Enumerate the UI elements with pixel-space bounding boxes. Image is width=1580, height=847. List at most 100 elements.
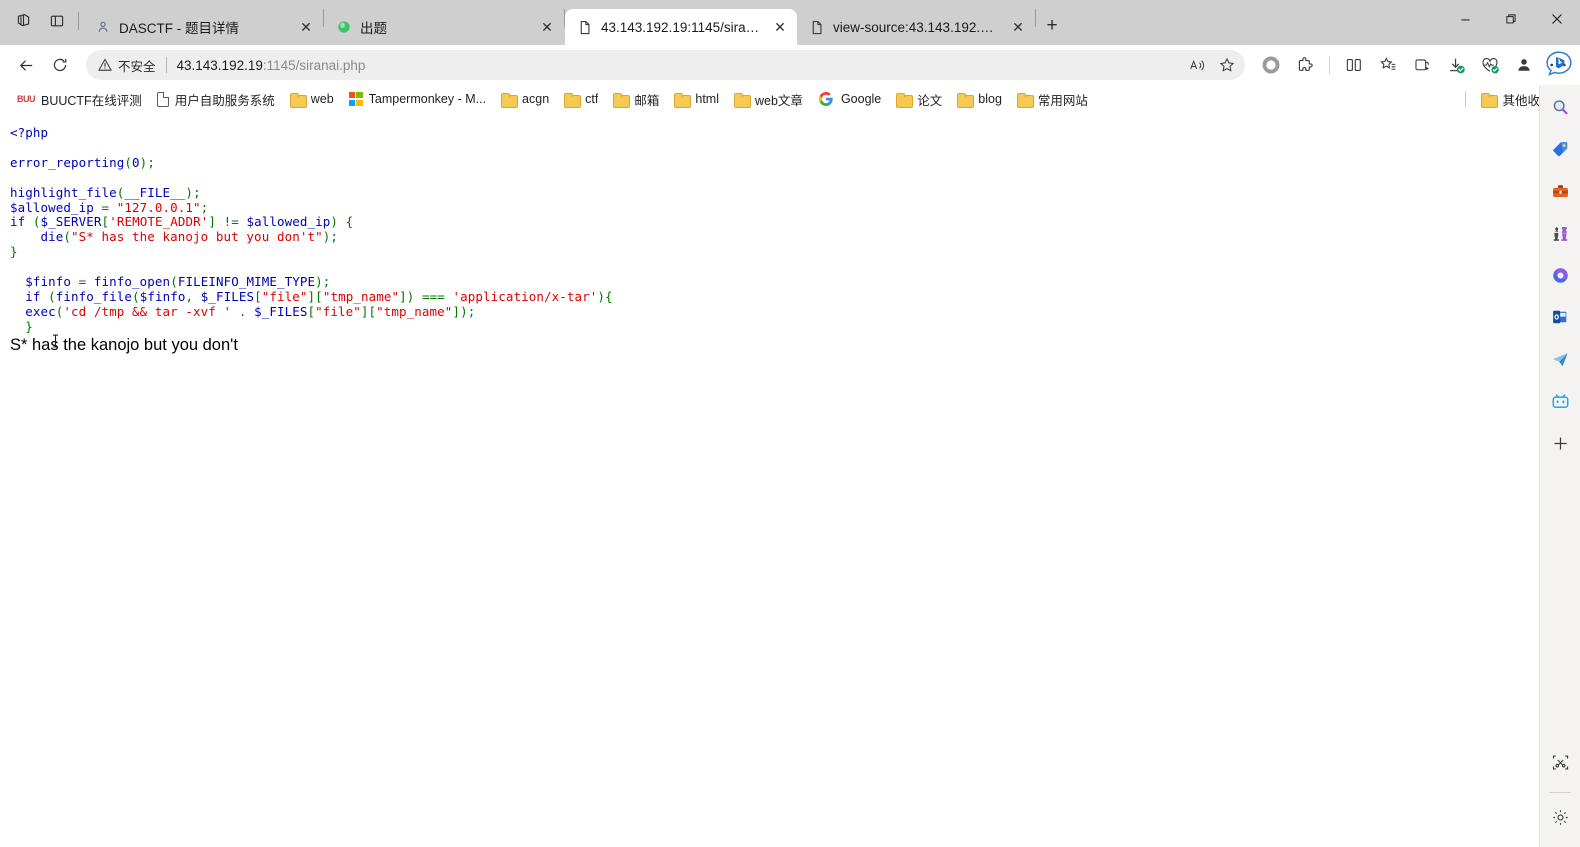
code-token: "S* has the kanojo but you don't": [71, 229, 323, 245]
omnibox-divider: [165, 57, 167, 73]
star-icon[interactable]: [1213, 52, 1241, 78]
tab-title: DASCTF - 题目详情: [119, 21, 239, 36]
tabstrip-divider: [78, 11, 79, 30]
page-viewport: <?php error_reporting(0); highlight_file…: [0, 113, 1539, 847]
bookmark-item[interactable]: acgn: [494, 89, 556, 109]
collections-button[interactable]: [1372, 49, 1404, 81]
tab-strip: DASCTF - 题目详情 ✕ 出题 ✕ 43.143.192.19:1145/…: [0, 0, 1580, 45]
bookmark-item[interactable]: blog: [950, 89, 1009, 109]
copilot-button[interactable]: [1255, 49, 1287, 81]
bookmark-label: 常用网站: [1037, 93, 1088, 108]
bookmark-label: web文章: [755, 93, 803, 108]
bookmark-item[interactable]: html: [667, 89, 726, 109]
minimize-button[interactable]: [1442, 0, 1488, 38]
bookmark-item[interactable]: ctf: [557, 89, 605, 109]
sidebar-outlook[interactable]: [1544, 301, 1576, 333]
bing-copilot-icon[interactable]: [1542, 47, 1576, 81]
browser-tab[interactable]: 出题 ✕: [324, 9, 564, 45]
code-token: ;: [322, 274, 331, 290]
sidebar-settings[interactable]: [1544, 801, 1576, 833]
tab-title: 43.143.192.19:1145/siranai.php: [601, 19, 761, 35]
code-token: <?php: [10, 125, 49, 140]
bookmark-item[interactable]: web: [283, 89, 341, 109]
sidebar-tools[interactable]: [1544, 175, 1576, 207]
bookmark-label: acgn: [522, 92, 550, 106]
sidebar-telegram[interactable]: [1544, 343, 1576, 375]
code-token: ) {: [330, 214, 354, 230]
code-token: ;: [200, 199, 209, 215]
performance-button[interactable]: [1474, 49, 1506, 81]
workspaces-icon[interactable]: [6, 5, 40, 37]
bookmark-label: Tampermonkey - M...: [368, 92, 487, 106]
code-token: [: [254, 288, 262, 304]
code-token: (: [63, 229, 72, 245]
code-token: ;: [147, 154, 155, 170]
code-token: ]: [399, 288, 407, 304]
split-screen-button[interactable]: [1338, 49, 1370, 81]
downloads-button[interactable]: [1440, 49, 1472, 81]
bookmark-item[interactable]: 邮箱: [606, 87, 666, 112]
folder-icon: [564, 92, 582, 108]
code-token: (: [132, 288, 140, 304]
bookmark-label: html: [695, 92, 719, 106]
sidebar-add[interactable]: [1544, 427, 1576, 459]
bookmark-item[interactable]: 常用网站: [1010, 87, 1095, 112]
tab-close-button[interactable]: ✕: [769, 16, 791, 38]
tab-close-button[interactable]: ✕: [1007, 16, 1029, 38]
tab-close-button[interactable]: ✕: [536, 16, 558, 38]
code-token: if: [10, 214, 26, 230]
extensions-button[interactable]: [1289, 49, 1321, 81]
bookmark-item[interactable]: 论文: [889, 87, 949, 112]
bookmark-label: web: [310, 92, 334, 106]
code-token: finfo_open: [93, 274, 171, 290]
back-button[interactable]: [10, 49, 42, 81]
sidebar-shopping[interactable]: [1544, 133, 1576, 165]
sidebar-games[interactable]: [1544, 217, 1576, 249]
code-token: "tmp_name": [376, 303, 453, 319]
code-token: "127.0.0.1": [116, 199, 201, 215]
code-token: }: [10, 244, 18, 260]
profile-button[interactable]: [1508, 49, 1540, 81]
code-token: }: [10, 318, 33, 334]
restore-button[interactable]: [1488, 0, 1534, 38]
browser-essentials-button[interactable]: [1406, 49, 1438, 81]
sidebar-search[interactable]: [1544, 91, 1576, 123]
close-window-button[interactable]: [1534, 0, 1580, 38]
address-bar[interactable]: 不安全 43.143.192.19:1145/siranai.php: [86, 50, 1245, 80]
bookmark-item[interactable]: 用户自助服务系统: [150, 87, 282, 112]
tab-close-button[interactable]: ✕: [295, 16, 317, 38]
sidebar-copilot[interactable]: [1544, 259, 1576, 291]
refresh-button[interactable]: [44, 49, 76, 81]
code-token: (: [40, 288, 56, 304]
document-icon: [156, 91, 169, 107]
code-token: !=: [215, 214, 247, 230]
bookmark-item[interactable]: web文章: [727, 87, 810, 112]
tab-title: view-source:43.143.192.19:1145: [833, 19, 999, 35]
security-warning[interactable]: 不安全: [98, 56, 156, 75]
code-token: ): [315, 274, 323, 290]
new-tab-button[interactable]: +: [1036, 11, 1068, 41]
code-token: FILEINFO_MIME_TYPE: [177, 274, 316, 290]
buuctf-icon: BUU: [17, 94, 36, 104]
folder-icon: [501, 92, 519, 108]
tab-list: DASCTF - 题目详情 ✕ 出题 ✕ 43.143.192.19:1145/…: [83, 0, 1068, 45]
sidebar-bilibili[interactable]: [1544, 385, 1576, 417]
read-aloud-icon[interactable]: [1183, 52, 1211, 78]
bookmark-label: blog: [978, 92, 1002, 106]
browser-tab[interactable]: view-source:43.143.192.19:1145 ✕: [797, 9, 1035, 45]
sidebar-screenshot[interactable]: [1544, 746, 1576, 778]
browser-tab-active[interactable]: 43.143.192.19:1145/siranai.php ✕: [565, 9, 797, 45]
vertical-tabs-icon[interactable]: [40, 5, 74, 37]
browser-tab[interactable]: DASCTF - 题目详情 ✕: [83, 9, 323, 45]
code-token: ){: [597, 288, 613, 304]
page-output-text: S* has the kanojo but you don't: [10, 335, 238, 354]
bookmark-item[interactable]: Google: [811, 88, 888, 111]
code-token: ;: [330, 229, 338, 245]
code-token: (: [25, 214, 41, 230]
bookmark-item[interactable]: Tampermonkey - M...: [342, 89, 493, 109]
bookmark-item[interactable]: BUU BUUCTF在线评测: [10, 87, 149, 112]
code-token: [: [368, 303, 377, 319]
